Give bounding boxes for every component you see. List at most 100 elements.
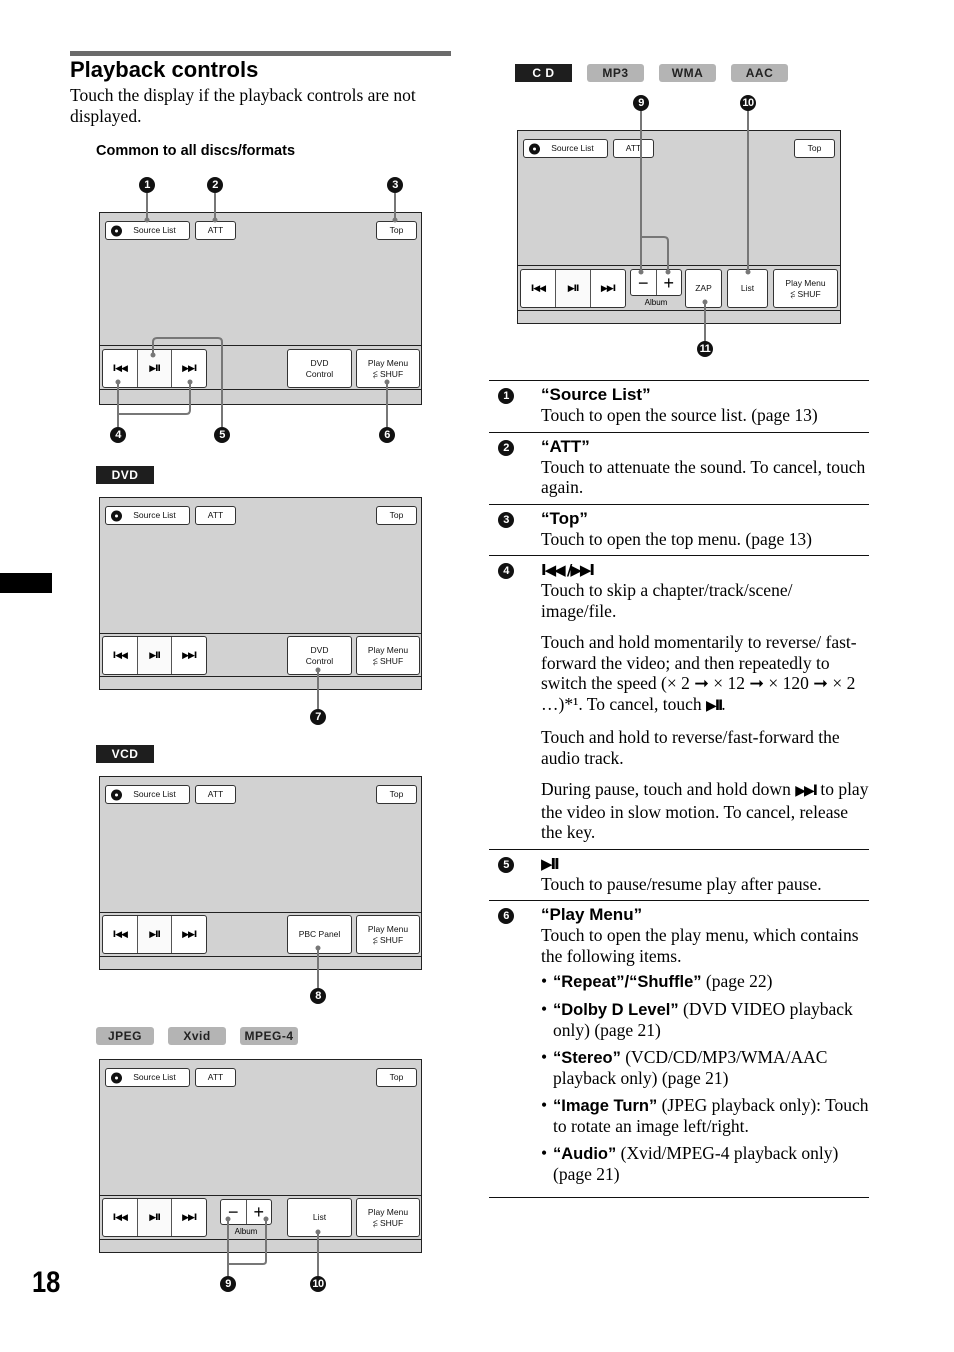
att-button[interactable]: ATT [195, 221, 236, 240]
item-title: “Source List” [541, 385, 651, 404]
item-title: “Play Menu” [541, 905, 643, 924]
item-number: 1 [498, 388, 514, 404]
item-title: “ATT” [541, 436, 590, 456]
transport-controls: I◀◀ ▶II ▶▶I [102, 349, 207, 388]
source-list-button[interactable]: Source List [105, 221, 190, 240]
previous-button[interactable]: I◀◀ [521, 270, 555, 307]
top-button[interactable]: Top [376, 506, 417, 525]
screen-cd-mp3-wma-aac: Source List ATT Top I◀◀ ▶II ▶▶I − + Albu… [517, 130, 841, 324]
badge-xvid: Xvid [168, 1027, 226, 1045]
album-minus-button[interactable]: − [631, 270, 656, 295]
badge-vcd: VCD [96, 745, 154, 763]
source-list-button[interactable]: Source List [105, 785, 190, 804]
callout-3: 3 [387, 177, 403, 193]
item-text: Touch and hold momentarily to reverse/ f… [541, 632, 857, 714]
album-label: Album [234, 1227, 258, 1236]
next-button[interactable]: ▶▶I [172, 637, 206, 674]
previous-button[interactable]: I◀◀ [103, 1199, 137, 1236]
callout-2: 2 [207, 177, 223, 193]
intro-text: Touch the display if the playback contro… [70, 85, 416, 126]
badge-cd: C D [515, 64, 572, 82]
play-menu-button[interactable]: Play Menu ⥶ SHUF [356, 636, 420, 675]
play-pause-button[interactable]: ▶II [136, 916, 173, 953]
page-number: 18 [32, 1266, 61, 1299]
callout-9: 9 [220, 1276, 236, 1292]
previous-button[interactable]: I◀◀ [103, 637, 137, 674]
badge-aac: AAC [731, 64, 788, 82]
top-button[interactable]: Top [376, 785, 417, 804]
callout-10: 10 [740, 95, 756, 111]
play-menu-items: “Repeat”/“Shuffle” (page 22) “Dolby D Le… [541, 971, 869, 1185]
dvd-control-button[interactable]: DVD Control [287, 636, 352, 675]
chapter-tab-marker [0, 573, 52, 593]
att-button[interactable]: ATT [195, 785, 236, 804]
badge-jpeg: JPEG [96, 1027, 154, 1045]
item-number: 2 [498, 439, 514, 456]
badge-wma: WMA [659, 64, 716, 82]
source-list-button[interactable]: Source List [105, 506, 190, 525]
item-text: Touch to open the play menu, which conta… [541, 925, 859, 966]
next-button[interactable]: ▶▶I [172, 916, 206, 953]
item-text: Touch to attenuate the sound. To cancel,… [541, 456, 866, 498]
list-button[interactable]: List [287, 1198, 352, 1237]
callout-5: 5 [214, 427, 230, 443]
next-button[interactable]: ▶▶I [172, 1199, 206, 1236]
dvd-control-button[interactable]: DVD Control [287, 349, 352, 388]
play-pause-button[interactable]: ▶II [136, 637, 173, 674]
disc-icon [111, 510, 122, 521]
play-menu-item: “Image Turn” (JPEG playback only): Touch… [541, 1095, 869, 1137]
screen-dvd: Source List ATT Top I◀◀ ▶II ▶▶I DVD Contr… [99, 497, 422, 690]
play-pause-button[interactable]: ▶II [555, 270, 591, 307]
play-menu-item: “Dolby D Level” (DVD VIDEO playback only… [541, 999, 869, 1041]
album-stepper: − + [630, 269, 682, 296]
list-button[interactable]: List [727, 269, 768, 308]
top-button[interactable]: Top [376, 1068, 417, 1087]
att-button[interactable]: ATT [195, 1068, 236, 1087]
description-item: 1 “Source List” Touch to open the source… [489, 380, 869, 432]
item-text: Touch to open the top menu. (page 13) [541, 528, 812, 549]
skip-icons-title: I◀◀ /▶▶I [541, 561, 595, 579]
item-text: Touch to open the source list. (page 13) [541, 405, 818, 425]
callout-7: 7 [310, 709, 326, 725]
play-menu-button[interactable]: Play Menu ⥶ SHUF [773, 269, 838, 308]
album-stepper: − + [220, 1199, 272, 1225]
play-menu-button[interactable]: Play Menu ⥶ SHUF [356, 1198, 420, 1237]
zap-button[interactable]: ZAP [685, 269, 722, 308]
next-button[interactable]: ▶▶I [591, 270, 625, 307]
play-menu-button[interactable]: Play Menu ⥶ SHUF [356, 915, 420, 954]
top-button[interactable]: Top [376, 221, 417, 240]
screen-common: Source List ATT Top I◀◀ ▶II ▶▶I DVD Contr… [99, 212, 422, 405]
play-menu-item: “Audio” (Xvid/MPEG-4 playback only) (pag… [541, 1143, 869, 1185]
item-text: Touch to pause/resume play after pause. [541, 873, 822, 894]
album-minus-button[interactable]: − [221, 1200, 246, 1224]
item-number: 5 [498, 856, 514, 873]
source-list-button[interactable]: Source List [523, 139, 608, 158]
item-number: 6 [498, 908, 514, 924]
play-menu-button[interactable]: Play Menu ⥶ SHUF [356, 349, 420, 388]
disc-icon [529, 143, 540, 154]
att-button[interactable]: ATT [613, 139, 654, 158]
top-button[interactable]: Top [794, 139, 835, 158]
badge-mp3: MP3 [587, 64, 644, 82]
att-button[interactable]: ATT [195, 506, 236, 525]
badge-dvd: DVD [96, 466, 154, 484]
section-rule [70, 51, 451, 56]
description-item: 4 I◀◀ /▶▶I Touch to skip a chapter/track… [489, 555, 869, 849]
previous-button[interactable]: I◀◀ [103, 916, 137, 953]
item-number: 4 [498, 563, 514, 579]
pbc-panel-button[interactable]: PBC Panel [287, 915, 352, 954]
album-plus-button[interactable]: + [245, 1200, 272, 1224]
album-plus-button[interactable]: + [655, 270, 682, 295]
play-pause-icon-title: ▶II [541, 854, 560, 873]
previous-button[interactable]: I◀◀ [103, 350, 137, 387]
next-button[interactable]: ▶▶I [172, 350, 206, 387]
item-number: 3 [498, 511, 514, 528]
play-pause-button[interactable]: ▶II [136, 1199, 173, 1236]
description-item: 2 “ATT” Touch to attenuate the sound. To… [489, 431, 869, 504]
callout-6: 6 [379, 427, 395, 443]
play-pause-button[interactable]: ▶II [136, 350, 173, 387]
page-title: Playback controls [70, 57, 259, 82]
description-list: 1 “Source List” Touch to open the source… [489, 380, 869, 1198]
callout-9: 9 [633, 95, 649, 111]
source-list-button[interactable]: Source List [105, 1068, 190, 1087]
